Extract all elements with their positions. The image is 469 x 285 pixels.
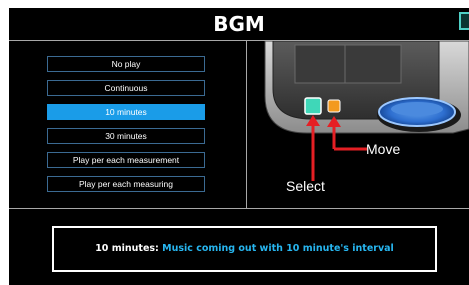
device-window [294,44,402,84]
move-label: Move [366,141,401,157]
option-continuous[interactable]: Continuous [47,80,205,96]
option-play-per-each-measurement[interactable]: Play per each measurement [47,152,205,168]
option-no-play[interactable]: No play [47,56,205,72]
option-30-minutes[interactable]: 30 minutes [47,128,205,144]
select-label: Select [286,178,325,194]
option-play-per-each-measuring[interactable]: Play per each measuring [47,176,205,192]
move-button-icon [327,99,341,113]
description-box: 10 minutes: Music coming out with 10 min… [52,226,437,272]
option-10-minutes[interactable]: 10 minutes [47,104,205,120]
select-button-icon [304,97,322,115]
device-illustration [247,41,469,208]
description-text: Music coming out with 10 minute's interv… [162,243,394,254]
footer-divider [9,208,469,209]
next-page-tab-icon[interactable] [459,12,469,30]
bgm-settings-screen: BGM No play Continuous 10 minutes 30 min… [9,8,469,285]
page-title: BGM [213,12,265,36]
description-key: 10 minutes: [95,243,159,254]
